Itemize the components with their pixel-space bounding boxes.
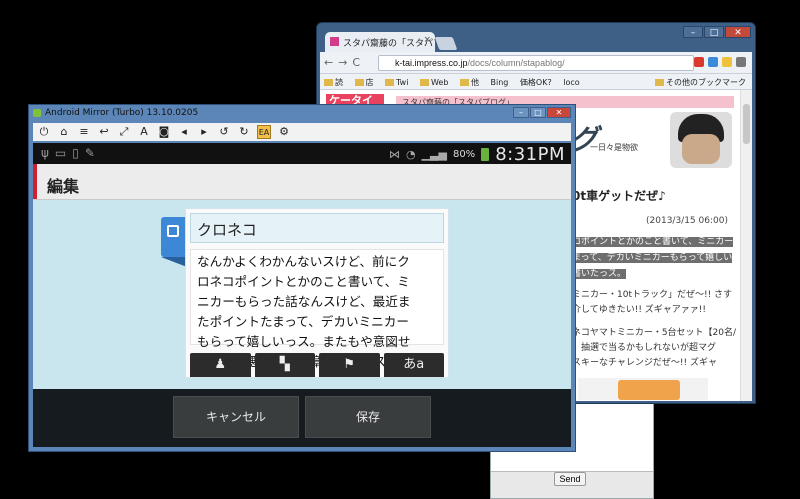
bookmark-item[interactable]: Twi: [385, 78, 408, 87]
extension-icon[interactable]: [708, 57, 718, 67]
browser-toolbar: ←→C k-tai.impress.co.jp/docs/column/stap…: [320, 52, 752, 74]
favicon-icon: [330, 37, 339, 46]
settings-gear-icon[interactable]: ⚙: [277, 125, 291, 139]
notification-icons: ψ▭▯✎: [41, 146, 101, 160]
bookmark-item[interactable]: Bing: [491, 78, 509, 87]
folder-icon: [419, 79, 429, 86]
browser-tab-title: スタパ齋藤の「スタパブロ: [343, 39, 435, 49]
mirror-toolbar: ⏻ ⌂ ≡ ↩ ⤢ A ◙ ◂ ▸ ↺ ↻ EA ⚙: [33, 123, 571, 141]
article-paragraph: ネコヤマトミニカー・5台セット【20名/ 、抽選で当るかもしれないが超マグ スキ…: [572, 328, 737, 368]
status-indicators: ⋈ ◔ ▁▃▅ 80% 8:31PM: [389, 144, 565, 165]
article-image: [578, 378, 708, 400]
clock: 8:31PM: [495, 144, 565, 165]
menu-icon[interactable]: [736, 57, 746, 67]
text-input-icon[interactable]: A: [137, 125, 151, 139]
send-button[interactable]: Send: [554, 472, 586, 486]
wifi-icon: ◔: [405, 148, 416, 161]
mirror-window-controls: – □ ✕: [513, 107, 571, 118]
url-path: /docs/column/stapablog/: [467, 58, 565, 68]
action-bar: キャンセル 保存: [33, 389, 571, 447]
close-icon[interactable]: ✕: [725, 26, 751, 38]
article-date: (2013/3/15 06:00): [646, 216, 728, 226]
bookmark-item[interactable]: Web: [419, 78, 448, 87]
input-mode-key[interactable]: あa: [383, 353, 444, 377]
close-icon[interactable]: ✕: [547, 107, 571, 118]
save-button[interactable]: 保存: [305, 396, 431, 438]
bookmark-item[interactable]: 価格OK?: [520, 78, 552, 87]
door-icon[interactable]: ▚: [254, 353, 315, 377]
scrollbar[interactable]: [740, 90, 752, 401]
mute-icon: ⋈: [388, 148, 400, 161]
volume-up-icon[interactable]: ▸: [197, 125, 211, 139]
star-icon[interactable]: [722, 57, 732, 67]
android-status-bar: ψ▭▯✎ ⋈ ◔ ▁▃▅ 80% 8:31PM: [33, 143, 571, 165]
extension-icons: [694, 57, 746, 67]
page-title: 編集: [47, 177, 80, 196]
highlighted-text: コポイントとかのこと書いて、ミニカー まって、デカいミニカーもらって嬉しい 書い…: [572, 237, 734, 279]
app-icon: [33, 109, 41, 117]
portrait-image: [670, 112, 732, 168]
navigation-buttons[interactable]: ←→C: [324, 56, 365, 69]
fullscreen-icon[interactable]: ⤢: [117, 125, 131, 139]
rotate-right-icon[interactable]: ↻: [237, 125, 251, 139]
address-bar[interactable]: k-tai.impress.co.jp/docs/column/stapablo…: [378, 55, 694, 71]
keyboard-row: ♟ ▚ ⚑ あa: [190, 353, 444, 377]
person-icon[interactable]: ♟: [190, 353, 251, 377]
folder-icon: [655, 79, 664, 86]
folder-icon: [324, 79, 333, 86]
blog-banner: グ 一日々是物欲: [570, 112, 738, 170]
tab-close-icon[interactable]: ×: [423, 35, 431, 45]
cancel-button[interactable]: キャンセル: [173, 396, 299, 438]
maximize-icon[interactable]: □: [704, 26, 724, 38]
power-icon[interactable]: ⏻: [37, 125, 51, 139]
browser-window-controls: – □ ✕: [683, 26, 751, 38]
browser-tab[interactable]: スタパ齋藤の「スタパブロ ×: [325, 32, 435, 52]
battery-percent: 80%: [452, 149, 476, 160]
new-tab-button[interactable]: [434, 37, 458, 50]
folder-icon: [385, 79, 395, 86]
article-title: 0t車ゲットだぜ♪: [572, 189, 666, 203]
menu-icon[interactable]: ≡: [77, 125, 91, 139]
edit-tag: [161, 217, 187, 267]
url-host: k-tai.impress.co.jp: [395, 58, 468, 68]
battery-icon: [481, 148, 490, 161]
flag-icon[interactable]: ⚑: [319, 353, 380, 377]
minimize-icon[interactable]: –: [683, 26, 703, 38]
bookmark-item[interactable]: loco: [563, 78, 579, 87]
other-bookmarks[interactable]: その他のブックマーク: [655, 77, 746, 88]
ime-toggle-icon[interactable]: EA: [257, 125, 271, 139]
bookmark-item[interactable]: 他: [459, 78, 479, 87]
note-card: クロネコ なんかよくわかんないスけど、前にク ロネコポイントとかのこと書いて、ミ…: [185, 208, 449, 378]
maximize-icon[interactable]: □: [530, 107, 546, 118]
folder-icon: [459, 79, 469, 86]
signal-icon: ▁▃▅: [421, 148, 447, 161]
bookmarks-bar: 読 店 Twi Web 他 Bing 価格OK? loco その他のブックマーク: [320, 74, 752, 90]
screenshot-icon[interactable]: ◙: [157, 125, 171, 139]
edit-icon: [167, 225, 179, 237]
mirror-window-title: Android Mirror (Turbo) 13.10.0205: [45, 108, 199, 118]
body-text-field[interactable]: なんかよくわかんないスけど、前にク ロネコポイントとかのこと書いて、ミ ニカーも…: [190, 249, 444, 369]
extension-icon[interactable]: [694, 57, 704, 67]
android-mirror-window: Android Mirror (Turbo) 13.10.0205 – □ ✕ …: [28, 104, 576, 452]
folder-icon: [354, 79, 364, 86]
app-header: 編集: [33, 164, 571, 200]
back-icon[interactable]: ↩: [97, 125, 111, 139]
scrollbar-thumb[interactable]: [743, 104, 750, 144]
rotate-left-icon[interactable]: ↺: [217, 125, 231, 139]
android-screen: ψ▭▯✎ ⋈ ◔ ▁▃▅ 80% 8:31PM 編集 クロネコ なんかよくわかん…: [33, 143, 571, 447]
bookmark-item[interactable]: 読: [324, 78, 343, 87]
name-field[interactable]: クロネコ: [190, 213, 444, 243]
volume-down-icon[interactable]: ◂: [177, 125, 191, 139]
banner-subtitle: 一日々是物欲: [590, 143, 638, 152]
bookmark-item[interactable]: 店: [354, 78, 374, 87]
article-paragraph: ミニカー・10tトラック」だぜ〜!! さす 介してゆきたい!! ズギャアァァ!!: [572, 290, 733, 315]
home-icon[interactable]: ⌂: [57, 125, 71, 139]
mirror-title-bar: Android Mirror (Turbo) 13.10.0205 – □ ✕: [29, 105, 575, 121]
minimize-icon[interactable]: –: [513, 107, 529, 118]
